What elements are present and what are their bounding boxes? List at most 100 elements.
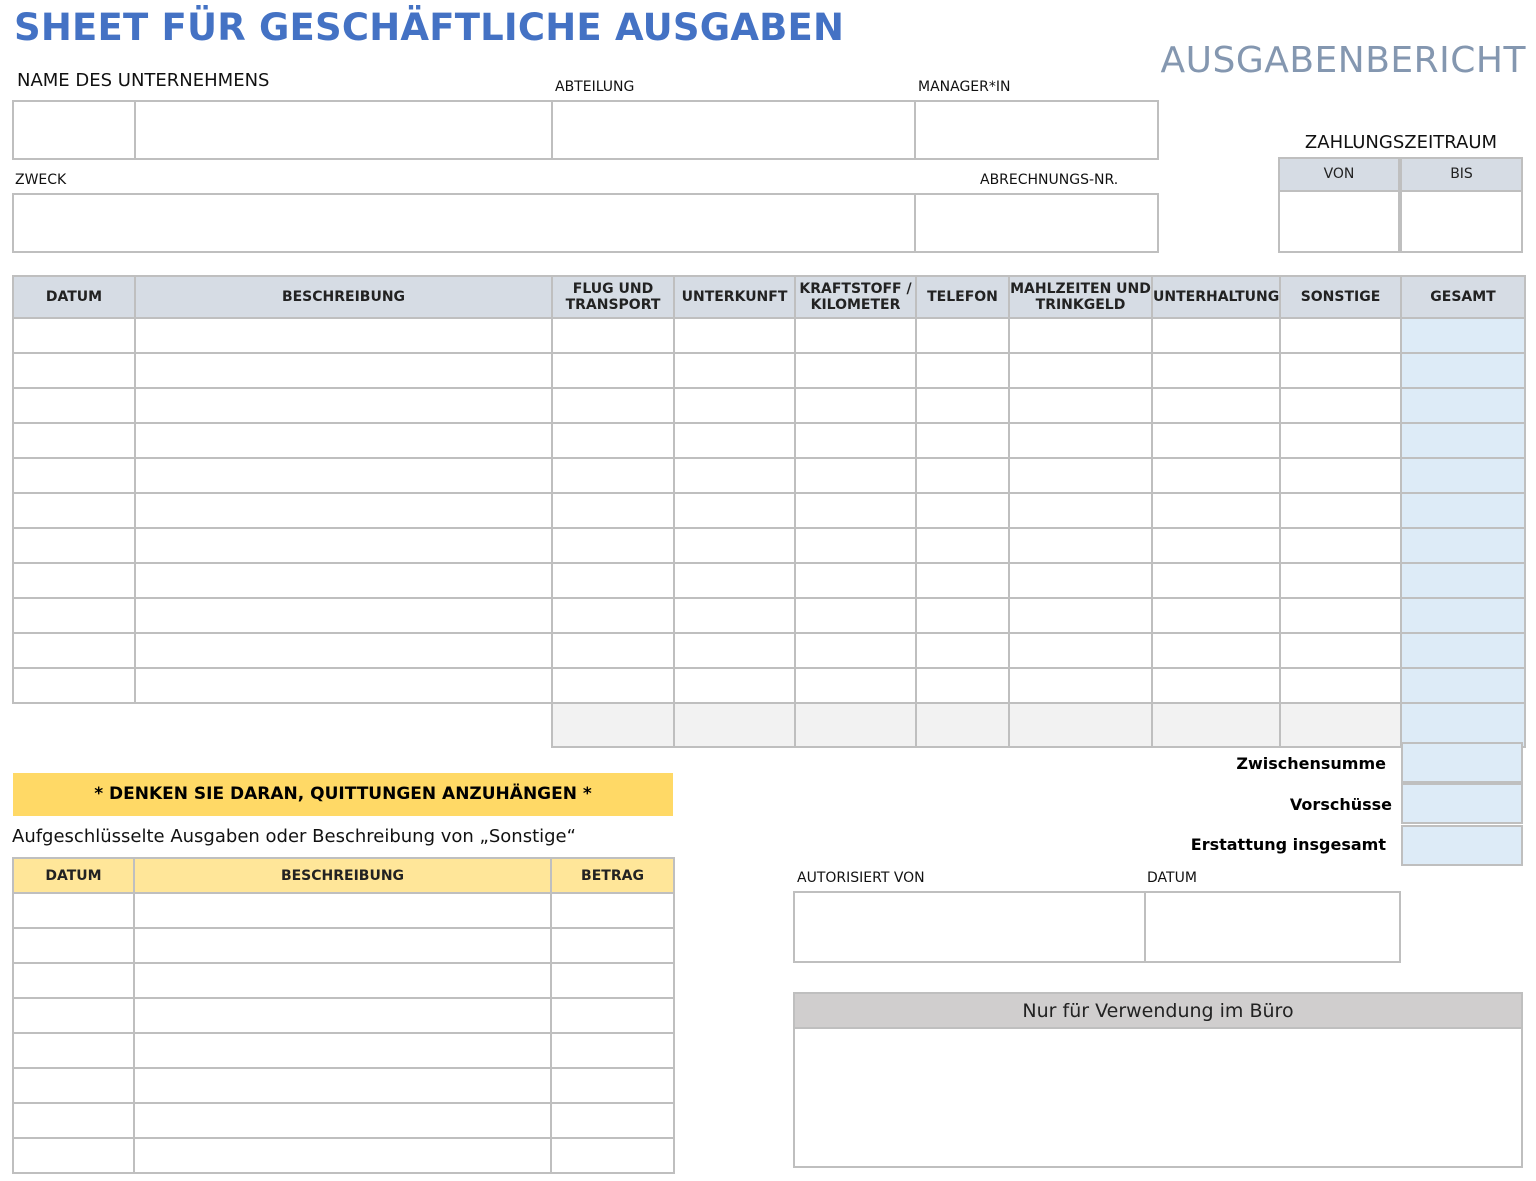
company-name-field[interactable] <box>136 102 551 158</box>
cell-description[interactable] <box>134 667 553 704</box>
cell-description[interactable] <box>134 527 553 564</box>
cell-entertainment[interactable] <box>1151 317 1281 354</box>
cell-date[interactable] <box>12 527 136 564</box>
cell-lodging[interactable] <box>673 597 796 634</box>
cell-entertainment[interactable] <box>1151 492 1281 529</box>
cell-fuel-mileage[interactable] <box>794 457 917 494</box>
itemized-cell-amount[interactable] <box>550 1102 675 1139</box>
cell-total[interactable] <box>1400 527 1526 564</box>
total-reimbursement-value[interactable] <box>1401 825 1523 866</box>
cell-entertainment[interactable] <box>1151 387 1281 424</box>
cell-fuel-mileage[interactable] <box>794 667 917 704</box>
office-use-field[interactable] <box>793 1027 1523 1168</box>
cell-date[interactable] <box>12 562 136 599</box>
subtotal-value[interactable] <box>1401 742 1523 783</box>
itemized-cell-description[interactable] <box>133 1067 552 1104</box>
cell-airfare-transport[interactable] <box>551 597 675 634</box>
cell-meals-tips[interactable] <box>1008 492 1153 529</box>
cell-description[interactable] <box>134 457 553 494</box>
itemized-cell-description[interactable] <box>133 1102 552 1139</box>
manager-field[interactable] <box>916 102 1157 158</box>
cell-description[interactable] <box>134 352 553 389</box>
itemized-cell-amount[interactable] <box>550 1137 675 1174</box>
cell-meals-tips[interactable] <box>1008 667 1153 704</box>
itemized-cell-description[interactable] <box>133 927 552 964</box>
itemized-cell-description[interactable] <box>133 997 552 1034</box>
cell-description[interactable] <box>134 597 553 634</box>
cell-meals-tips[interactable] <box>1008 317 1153 354</box>
cell-fuel-mileage[interactable] <box>794 562 917 599</box>
cell-lodging[interactable] <box>673 457 796 494</box>
itemized-cell-date[interactable] <box>12 927 135 964</box>
cell-other[interactable] <box>1279 492 1402 529</box>
cell-phone[interactable] <box>915 422 1010 459</box>
cell-other[interactable] <box>1279 457 1402 494</box>
cell-meals-tips[interactable] <box>1008 422 1153 459</box>
cell-entertainment[interactable] <box>1151 352 1281 389</box>
advances-value[interactable] <box>1401 783 1523 824</box>
cell-lodging[interactable] <box>673 317 796 354</box>
itemized-cell-date[interactable] <box>12 1032 135 1069</box>
total-airfare-transport[interactable] <box>551 702 675 748</box>
cell-entertainment[interactable] <box>1151 667 1281 704</box>
cell-phone[interactable] <box>915 317 1010 354</box>
cell-description[interactable] <box>134 317 553 354</box>
cell-other[interactable] <box>1279 422 1402 459</box>
cell-date[interactable] <box>12 457 136 494</box>
cell-meals-tips[interactable] <box>1008 387 1153 424</box>
company-logo-field[interactable] <box>14 102 134 158</box>
cell-phone[interactable] <box>915 492 1010 529</box>
cell-phone[interactable] <box>915 667 1010 704</box>
itemized-cell-description[interactable] <box>133 1032 552 1069</box>
cell-date[interactable] <box>12 317 136 354</box>
statement-number-field[interactable] <box>916 195 1157 251</box>
authorized-by-field[interactable] <box>795 893 1144 961</box>
total-lodging[interactable] <box>673 702 796 748</box>
cell-description[interactable] <box>134 562 553 599</box>
cell-fuel-mileage[interactable] <box>794 317 917 354</box>
cell-meals-tips[interactable] <box>1008 352 1153 389</box>
cell-phone[interactable] <box>915 387 1010 424</box>
cell-entertainment[interactable] <box>1151 422 1281 459</box>
itemized-cell-amount[interactable] <box>550 892 675 929</box>
cell-other[interactable] <box>1279 562 1402 599</box>
cell-lodging[interactable] <box>673 492 796 529</box>
cell-date[interactable] <box>12 597 136 634</box>
cell-description[interactable] <box>134 387 553 424</box>
itemized-cell-amount[interactable] <box>550 927 675 964</box>
cell-entertainment[interactable] <box>1151 597 1281 634</box>
itemized-cell-amount[interactable] <box>550 997 675 1034</box>
cell-date[interactable] <box>12 632 136 669</box>
cell-fuel-mileage[interactable] <box>794 422 917 459</box>
cell-phone[interactable] <box>915 352 1010 389</box>
cell-total[interactable] <box>1400 387 1526 424</box>
cell-other[interactable] <box>1279 352 1402 389</box>
cell-other[interactable] <box>1279 597 1402 634</box>
cell-other[interactable] <box>1279 527 1402 564</box>
pay-period-from-field[interactable] <box>1278 190 1400 253</box>
cell-fuel-mileage[interactable] <box>794 527 917 564</box>
cell-total[interactable] <box>1400 457 1526 494</box>
cell-airfare-transport[interactable] <box>551 527 675 564</box>
itemized-cell-amount[interactable] <box>550 1067 675 1104</box>
cell-phone[interactable] <box>915 632 1010 669</box>
itemized-cell-description[interactable] <box>133 1137 552 1174</box>
cell-entertainment[interactable] <box>1151 562 1281 599</box>
cell-fuel-mileage[interactable] <box>794 597 917 634</box>
cell-airfare-transport[interactable] <box>551 492 675 529</box>
cell-airfare-transport[interactable] <box>551 632 675 669</box>
cell-other[interactable] <box>1279 667 1402 704</box>
total-meals-tips[interactable] <box>1008 702 1153 748</box>
cell-total[interactable] <box>1400 317 1526 354</box>
cell-airfare-transport[interactable] <box>551 457 675 494</box>
cell-lodging[interactable] <box>673 527 796 564</box>
department-field[interactable] <box>553 102 914 158</box>
cell-lodging[interactable] <box>673 562 796 599</box>
cell-total[interactable] <box>1400 352 1526 389</box>
cell-airfare-transport[interactable] <box>551 352 675 389</box>
cell-description[interactable] <box>134 422 553 459</box>
cell-total[interactable] <box>1400 562 1526 599</box>
cell-entertainment[interactable] <box>1151 632 1281 669</box>
cell-total[interactable] <box>1400 667 1526 704</box>
itemized-cell-description[interactable] <box>133 892 552 929</box>
